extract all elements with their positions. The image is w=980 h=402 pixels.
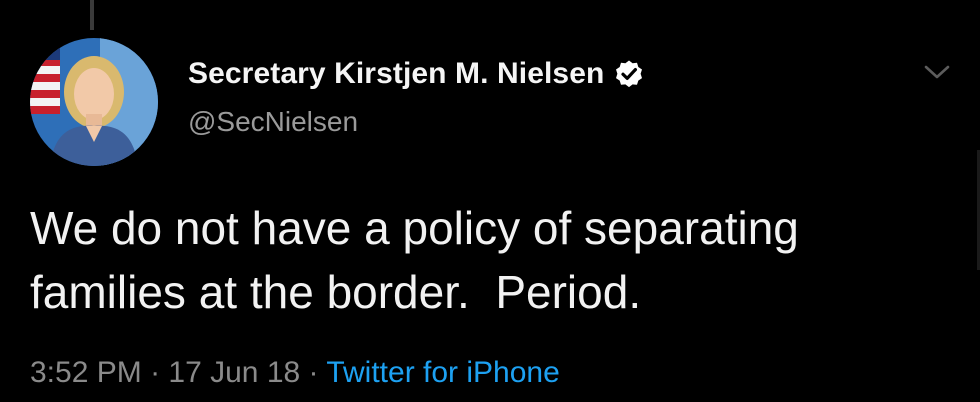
author-row: Secretary Kirstjen M. Nielsen [188, 54, 644, 94]
chevron-down-icon[interactable] [922, 60, 952, 84]
tweet-source-link[interactable]: Twitter for iPhone [326, 356, 559, 389]
tweet-text: We do not have a policy of separating fa… [30, 202, 812, 318]
author-handle[interactable]: @SecNielsen [188, 106, 644, 138]
meta-separator: · [308, 356, 319, 389]
author-display-name[interactable]: Secretary Kirstjen M. Nielsen [188, 57, 604, 91]
tweet-metadata: 3:52 PM · 17 Jun 18 · Twitter for iPhone [30, 356, 560, 390]
verified-badge-icon [614, 59, 644, 89]
meta-separator: · [150, 356, 161, 389]
thread-connector-line [90, 0, 94, 30]
tweet-time[interactable]: 3:52 PM [30, 356, 142, 389]
avatar[interactable] [30, 38, 158, 166]
profile-photo-icon [30, 38, 158, 166]
tweet-date[interactable]: 17 Jun 18 [168, 356, 300, 389]
tweet-header: Secretary Kirstjen M. Nielsen @SecNielse… [188, 54, 644, 138]
